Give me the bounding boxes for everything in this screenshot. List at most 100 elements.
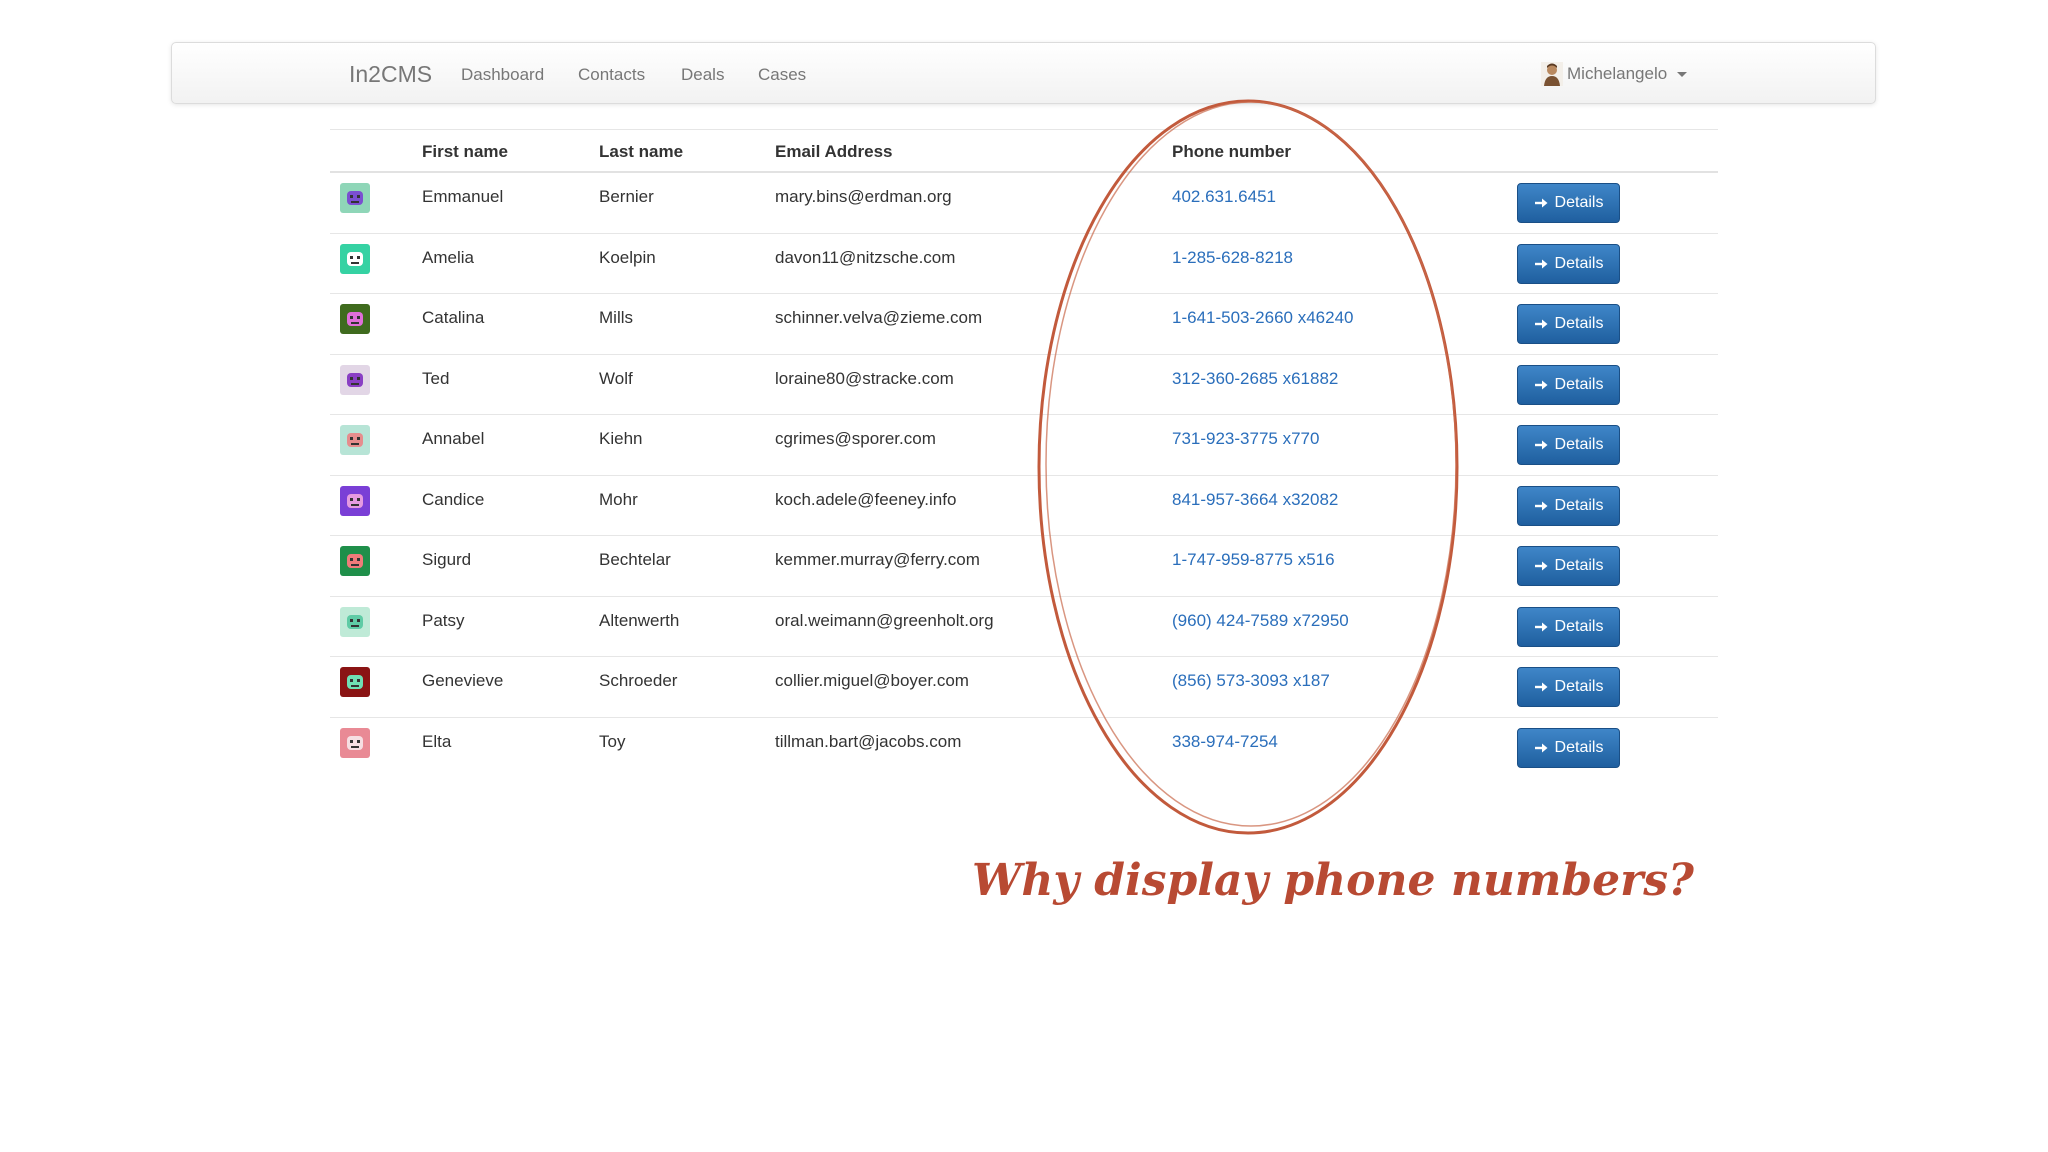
arrow-right-icon bbox=[1534, 682, 1548, 692]
details-label: Details bbox=[1554, 496, 1604, 514]
email-cell: collier.miguel@boyer.com bbox=[775, 671, 969, 690]
details-button[interactable]: Details bbox=[1517, 304, 1620, 344]
phone-link[interactable]: 1-285-628-8218 bbox=[1172, 248, 1293, 268]
arrow-right-icon bbox=[1534, 259, 1548, 268]
details-button[interactable]: Details bbox=[1517, 243, 1620, 284]
arrow-right-icon bbox=[1534, 440, 1548, 450]
details-button[interactable]: Details bbox=[1517, 667, 1620, 707]
details-button[interactable]: Details bbox=[1517, 183, 1620, 223]
email-cell: mary.bins@erdman.org bbox=[775, 187, 952, 206]
user-name: Michelangelo bbox=[1567, 64, 1668, 83]
table-row: Amelia Koelpin davon11@nitzsche.com 1-285-6… bbox=[330, 234, 1718, 294]
contact-avatar bbox=[340, 727, 370, 763]
table-row: Genevieve Schroeder collier.miguel@boyer.c… bbox=[330, 657, 1718, 718]
last-name-cell: Bechtelar bbox=[599, 550, 671, 569]
phone-link[interactable]: 841-957-3664 x32082 bbox=[1172, 490, 1338, 510]
phone-link[interactable]: 1-641-503-2660 x46240 bbox=[1172, 308, 1353, 328]
arrow-right-icon bbox=[1534, 561, 1548, 571]
email-cell: koch.adele@feeney.info bbox=[775, 489, 957, 509]
brand-logo[interactable]: In2CMS bbox=[349, 61, 432, 88]
details-label: Details bbox=[1554, 436, 1604, 453]
nav-link-cases[interactable]: Cases bbox=[758, 65, 806, 85]
arrow-right-icon bbox=[1534, 198, 1548, 208]
last-name-cell: Koelpin bbox=[599, 247, 656, 267]
arrow-right-icon bbox=[1534, 319, 1548, 329]
header-first-name: First name bbox=[422, 142, 508, 161]
last-name-cell: Kiehn bbox=[599, 429, 643, 448]
phone-link[interactable]: 1-747-959-8775 x516 bbox=[1172, 550, 1335, 570]
details-button[interactable]: Details bbox=[1517, 606, 1620, 647]
first-name-cell: Catalina bbox=[422, 308, 485, 327]
table-row: Catalina Mills schinner.velva@zieme.com 1-6… bbox=[330, 294, 1718, 355]
header-email: Email Address bbox=[775, 142, 893, 161]
table-row: Ted Wolf loraine80@stracke.com 312-360-2685… bbox=[330, 355, 1718, 415]
first-name-cell: Emmanuel bbox=[422, 187, 504, 206]
first-name-cell: Sigurd bbox=[422, 550, 472, 569]
email-cell: kemmer.murray@ferry.com bbox=[775, 550, 980, 569]
first-name-cell: Candice bbox=[422, 489, 485, 509]
last-name-cell: Bernier bbox=[599, 187, 654, 206]
details-label: Details bbox=[1554, 738, 1604, 756]
phone-link[interactable]: (960) 424-7589 x72950 bbox=[1172, 611, 1349, 631]
arrow-right-icon bbox=[1534, 380, 1548, 389]
user-avatar-icon bbox=[1541, 62, 1563, 86]
email-cell: schinner.velva@zieme.com bbox=[775, 308, 983, 327]
phone-link[interactable]: 402.631.6451 bbox=[1172, 187, 1276, 207]
details-button[interactable]: Details bbox=[1517, 485, 1620, 526]
header-last-name: Last name bbox=[599, 142, 684, 161]
user-menu[interactable]: Michelangelo bbox=[1541, 59, 1688, 89]
arrow-right-icon bbox=[1534, 743, 1548, 752]
phone-link[interactable]: (856) 573-3093 x187 bbox=[1172, 671, 1330, 691]
arrow-right-icon bbox=[1534, 501, 1548, 510]
table-row: Elta Toy tillman.bart@jacobs.com 338-974-72… bbox=[330, 718, 1718, 779]
first-name-cell: Genevieve bbox=[422, 671, 504, 690]
phone-link[interactable]: 312-360-2685 x61882 bbox=[1172, 369, 1338, 389]
first-name-cell: Amelia bbox=[422, 247, 474, 267]
contact-avatar bbox=[340, 667, 370, 702]
header-phone: Phone number bbox=[1172, 142, 1292, 161]
details-label: Details bbox=[1554, 617, 1604, 635]
table-row: Sigurd Bechtelar kemmer.murray@ferry.com 1-… bbox=[330, 536, 1718, 597]
details-button[interactable]: Details bbox=[1517, 425, 1620, 465]
contact-avatar bbox=[340, 364, 370, 400]
last-name-cell: Schroeder bbox=[599, 671, 678, 690]
navbar: In2CMS Dashboard Contacts Deals Cases Mi… bbox=[171, 42, 1876, 104]
nav-link-dashboard[interactable]: Dashboard bbox=[461, 65, 544, 85]
caret-down-icon bbox=[1677, 71, 1688, 77]
contact-avatar bbox=[340, 243, 370, 279]
contact-avatar bbox=[340, 485, 370, 521]
last-name-cell: Toy bbox=[599, 731, 626, 751]
last-name-cell: Wolf bbox=[599, 368, 633, 388]
nav-link-deals[interactable]: Deals bbox=[681, 65, 724, 85]
table-row: Annabel Kiehn cgrimes@sporer.com 731-923-37… bbox=[330, 415, 1718, 476]
table-row: Patsy Altenwerth oral.weimann@greenholt.or… bbox=[330, 597, 1718, 657]
details-label: Details bbox=[1554, 375, 1604, 393]
table-header: First name Last name Email Address Phone… bbox=[330, 129, 1718, 173]
first-name-cell: Annabel bbox=[422, 429, 485, 448]
contact-avatar bbox=[340, 546, 370, 581]
email-cell: oral.weimann@greenholt.org bbox=[775, 610, 994, 630]
first-name-cell: Patsy bbox=[422, 610, 465, 630]
phone-link[interactable]: 338-974-7254 bbox=[1172, 732, 1278, 752]
details-label: Details bbox=[1554, 315, 1604, 332]
email-cell: davon11@nitzsche.com bbox=[775, 247, 956, 267]
annotation-text: Why display phone numbers? bbox=[972, 855, 1694, 906]
details-button[interactable]: Details bbox=[1517, 546, 1620, 586]
arrow-right-icon bbox=[1534, 622, 1548, 631]
contacts-table: First name Last name Email Address Phone… bbox=[330, 129, 1718, 778]
last-name-cell: Mills bbox=[599, 308, 633, 327]
first-name-cell: Ted bbox=[422, 368, 450, 388]
contact-avatar bbox=[340, 425, 370, 460]
last-name-cell: Altenwerth bbox=[599, 610, 680, 630]
details-label: Details bbox=[1554, 557, 1604, 574]
details-button[interactable]: Details bbox=[1517, 727, 1620, 768]
details-label: Details bbox=[1554, 254, 1604, 272]
table-row: Emmanuel Bernier mary.bins@erdman.org 402.6… bbox=[330, 173, 1718, 234]
first-name-cell: Elta bbox=[422, 731, 452, 751]
nav-link-contacts[interactable]: Contacts bbox=[578, 65, 645, 85]
phone-link[interactable]: 731-923-3775 x770 bbox=[1172, 429, 1319, 449]
details-button[interactable]: Details bbox=[1517, 364, 1620, 405]
details-label: Details bbox=[1554, 678, 1604, 695]
email-cell: loraine80@stracke.com bbox=[775, 368, 954, 388]
contact-avatar bbox=[340, 304, 370, 339]
